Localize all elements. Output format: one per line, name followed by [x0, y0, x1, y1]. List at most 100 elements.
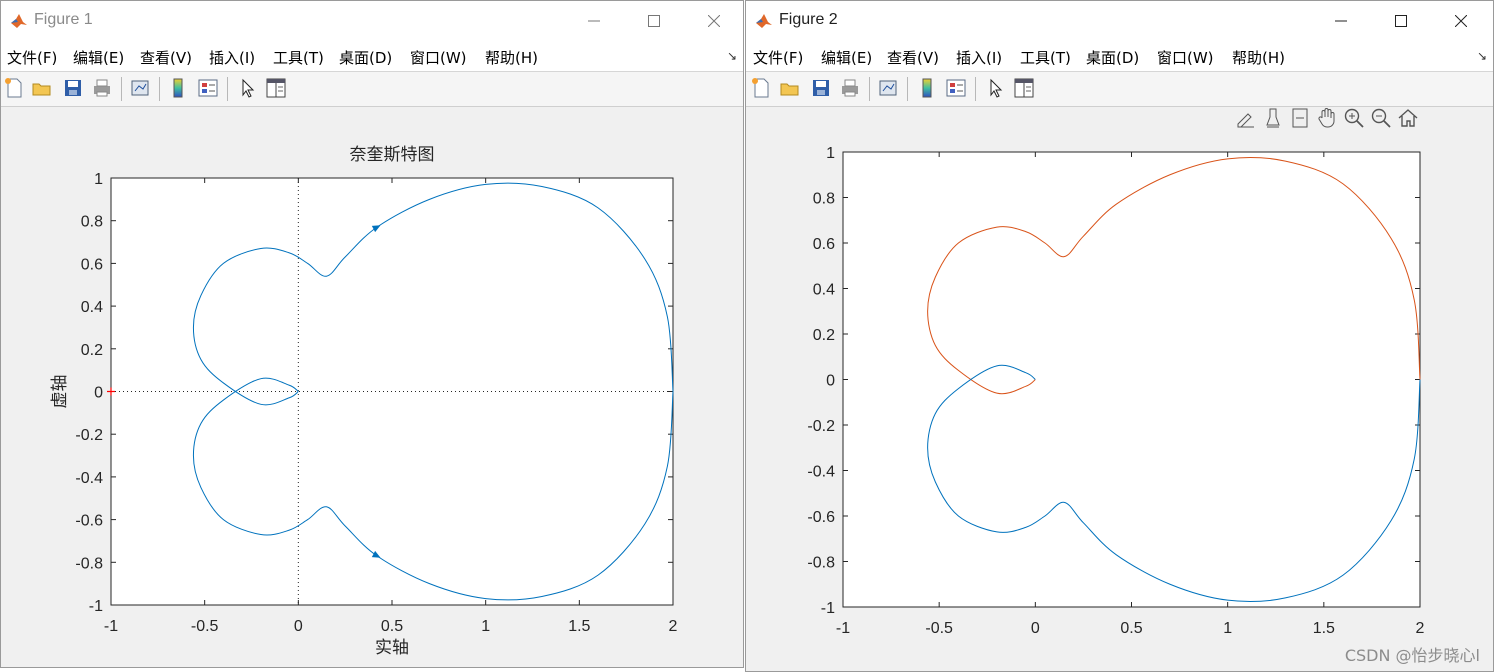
maximize-button[interactable]: [631, 1, 677, 41]
x-tick-label: 2: [669, 618, 678, 635]
y-tick-label: 0.4: [813, 282, 835, 299]
y-tick-label: 0.4: [81, 299, 103, 316]
y-axis-label: 虚轴: [50, 375, 70, 409]
window-title: Figure 2: [779, 11, 838, 28]
nyquist-axes-1[interactable]: -1 -0.5 0 0.5 1 1.5 2 -1 -0.8 -0.6 -0.4 -0.2 0 0.2 0.4…: [1, 107, 743, 668]
close-button[interactable]: [691, 1, 737, 41]
y-tick-label: -1: [89, 598, 103, 615]
menu-insert[interactable]: 插入(I): [956, 47, 1002, 68]
menu-help[interactable]: 帮助(H): [1232, 47, 1285, 68]
toolbar-separator: [907, 77, 908, 101]
legend-icon[interactable]: [945, 77, 967, 99]
x-tick-label: 1.5: [1313, 620, 1335, 637]
y-tick-label: 0.2: [81, 342, 103, 359]
menu-file[interactable]: 文件(F): [753, 47, 803, 68]
figure1-toolbar: [1, 72, 743, 107]
minimize-button[interactable]: [571, 1, 617, 41]
figure2-window: Figure 2 文件(F) 编辑(E) 查看(V) 插入(I) 工具(T) 桌…: [745, 0, 1494, 672]
x-tick-label: 0.5: [381, 618, 403, 635]
y-tick-label: 0.8: [81, 214, 103, 231]
y-tick-label: 0: [94, 385, 103, 402]
figure2-plot-area: -1 -0.5 0 0.5 1 1.5 2 -1 -0.8 -0.6 -0.4 -0.2 0 0.2 0.4…: [746, 107, 1493, 671]
figure2-titlebar[interactable]: Figure 2: [746, 1, 1493, 41]
menu-view[interactable]: 查看(V): [140, 47, 192, 68]
menu-desktop[interactable]: 桌面(D): [339, 47, 392, 68]
figure2-menubar: 文件(F) 编辑(E) 查看(V) 插入(I) 工具(T) 桌面(D) 窗口(W…: [746, 41, 1493, 72]
matlab-logo-icon: [9, 10, 29, 30]
csdn-watermark: CSDN @怡步晓心l: [1344, 646, 1480, 665]
maximize-icon: [1395, 15, 1407, 27]
maximize-icon: [648, 15, 660, 27]
figure1-menubar: 文件(F) 编辑(E) 查看(V) 插入(I) 工具(T) 桌面(D) 窗口(W…: [1, 41, 743, 72]
menu-window[interactable]: 窗口(W): [1157, 47, 1214, 68]
data-brush-icon[interactable]: [1262, 107, 1284, 129]
menu-view[interactable]: 查看(V): [887, 47, 939, 68]
x-tick-label: 1.5: [568, 618, 590, 635]
new-figure-icon[interactable]: [750, 77, 772, 99]
menu-tools[interactable]: 工具(T): [273, 47, 324, 68]
x-tick-label: -1: [836, 620, 850, 637]
toolbar-separator: [159, 77, 160, 101]
edit-plot-pointer-icon[interactable]: [985, 77, 1007, 99]
link-plot-icon[interactable]: [129, 77, 151, 99]
legend-icon[interactable]: [197, 77, 219, 99]
new-figure-icon[interactable]: [3, 77, 25, 99]
print-icon[interactable]: [839, 77, 861, 99]
maximize-button[interactable]: [1378, 1, 1424, 41]
y-tick-label: 0.8: [813, 191, 835, 208]
minimize-icon: [588, 20, 600, 22]
zoom-in-icon[interactable]: [1343, 107, 1365, 129]
dock-arrow-icon[interactable]: ↘: [1477, 49, 1487, 63]
toolbar-separator: [869, 77, 870, 101]
figure1-plot-area: -1 -0.5 0 0.5 1 1.5 2 -1 -0.8 -0.6 -0.4 -0.2 0 0.2 0.4…: [1, 107, 743, 667]
property-inspector-icon[interactable]: [265, 77, 287, 99]
y-tick-label: -0.4: [75, 470, 103, 487]
close-button[interactable]: [1438, 1, 1484, 41]
edit-plot-pointer-icon[interactable]: [237, 77, 259, 99]
y-tick-label: 0.6: [813, 236, 835, 253]
axes-title: 奈奎斯特图: [350, 145, 435, 165]
figure2-toolbar: [746, 72, 1493, 107]
menu-edit[interactable]: 编辑(E): [821, 47, 872, 68]
figure1-window: Figure 1 文件(F) 编辑(E) 查看(V) 插入(I) 工具(T) 桌…: [0, 0, 744, 668]
brush-edit-icon[interactable]: [1235, 107, 1257, 129]
menu-insert[interactable]: 插入(I): [209, 47, 255, 68]
x-tick-label: -0.5: [191, 618, 219, 635]
toolbar-separator: [975, 77, 976, 101]
x-tick-label: 1: [481, 618, 490, 635]
window-title: Figure 1: [34, 11, 93, 28]
pan-hand-icon[interactable]: [1316, 107, 1338, 129]
property-inspector-icon[interactable]: [1013, 77, 1035, 99]
menu-tools[interactable]: 工具(T): [1020, 47, 1071, 68]
close-icon: [1455, 15, 1467, 27]
y-tick-label: -0.6: [807, 509, 835, 526]
open-file-icon[interactable]: [779, 77, 801, 99]
toolbar-separator: [227, 77, 228, 101]
y-tick-label: 1: [94, 171, 103, 188]
link-plot-icon[interactable]: [877, 77, 899, 99]
nyquist-axes-2[interactable]: -1 -0.5 0 0.5 1 1.5 2 -1 -0.8 -0.6 -0.4 -0.2 0 0.2 0.4…: [746, 107, 1493, 672]
dock-arrow-icon[interactable]: ↘: [727, 49, 737, 63]
save-icon[interactable]: [62, 77, 84, 99]
save-icon[interactable]: [810, 77, 832, 99]
minimize-button[interactable]: [1318, 1, 1364, 41]
y-tick-label: -0.6: [75, 513, 103, 530]
zoom-out-icon[interactable]: [1370, 107, 1392, 129]
menu-file[interactable]: 文件(F): [7, 47, 57, 68]
y-tick-label: -1: [821, 600, 835, 617]
menu-desktop[interactable]: 桌面(D): [1086, 47, 1139, 68]
colorbar-icon[interactable]: [167, 77, 189, 99]
y-tick-label: -0.4: [807, 464, 835, 481]
figure1-titlebar[interactable]: Figure 1: [1, 1, 743, 41]
menu-help[interactable]: 帮助(H): [485, 47, 538, 68]
menu-window[interactable]: 窗口(W): [410, 47, 467, 68]
menu-edit[interactable]: 编辑(E): [73, 47, 124, 68]
y-tick-label: -0.2: [75, 427, 103, 444]
open-file-icon[interactable]: [31, 77, 53, 99]
y-tick-label: 0: [826, 373, 835, 390]
colorbar-icon[interactable]: [916, 77, 938, 99]
print-icon[interactable]: [91, 77, 113, 99]
y-tick-label: -0.2: [807, 418, 835, 435]
restore-view-home-icon[interactable]: [1397, 107, 1419, 129]
datatip-icon[interactable]: [1289, 107, 1311, 129]
